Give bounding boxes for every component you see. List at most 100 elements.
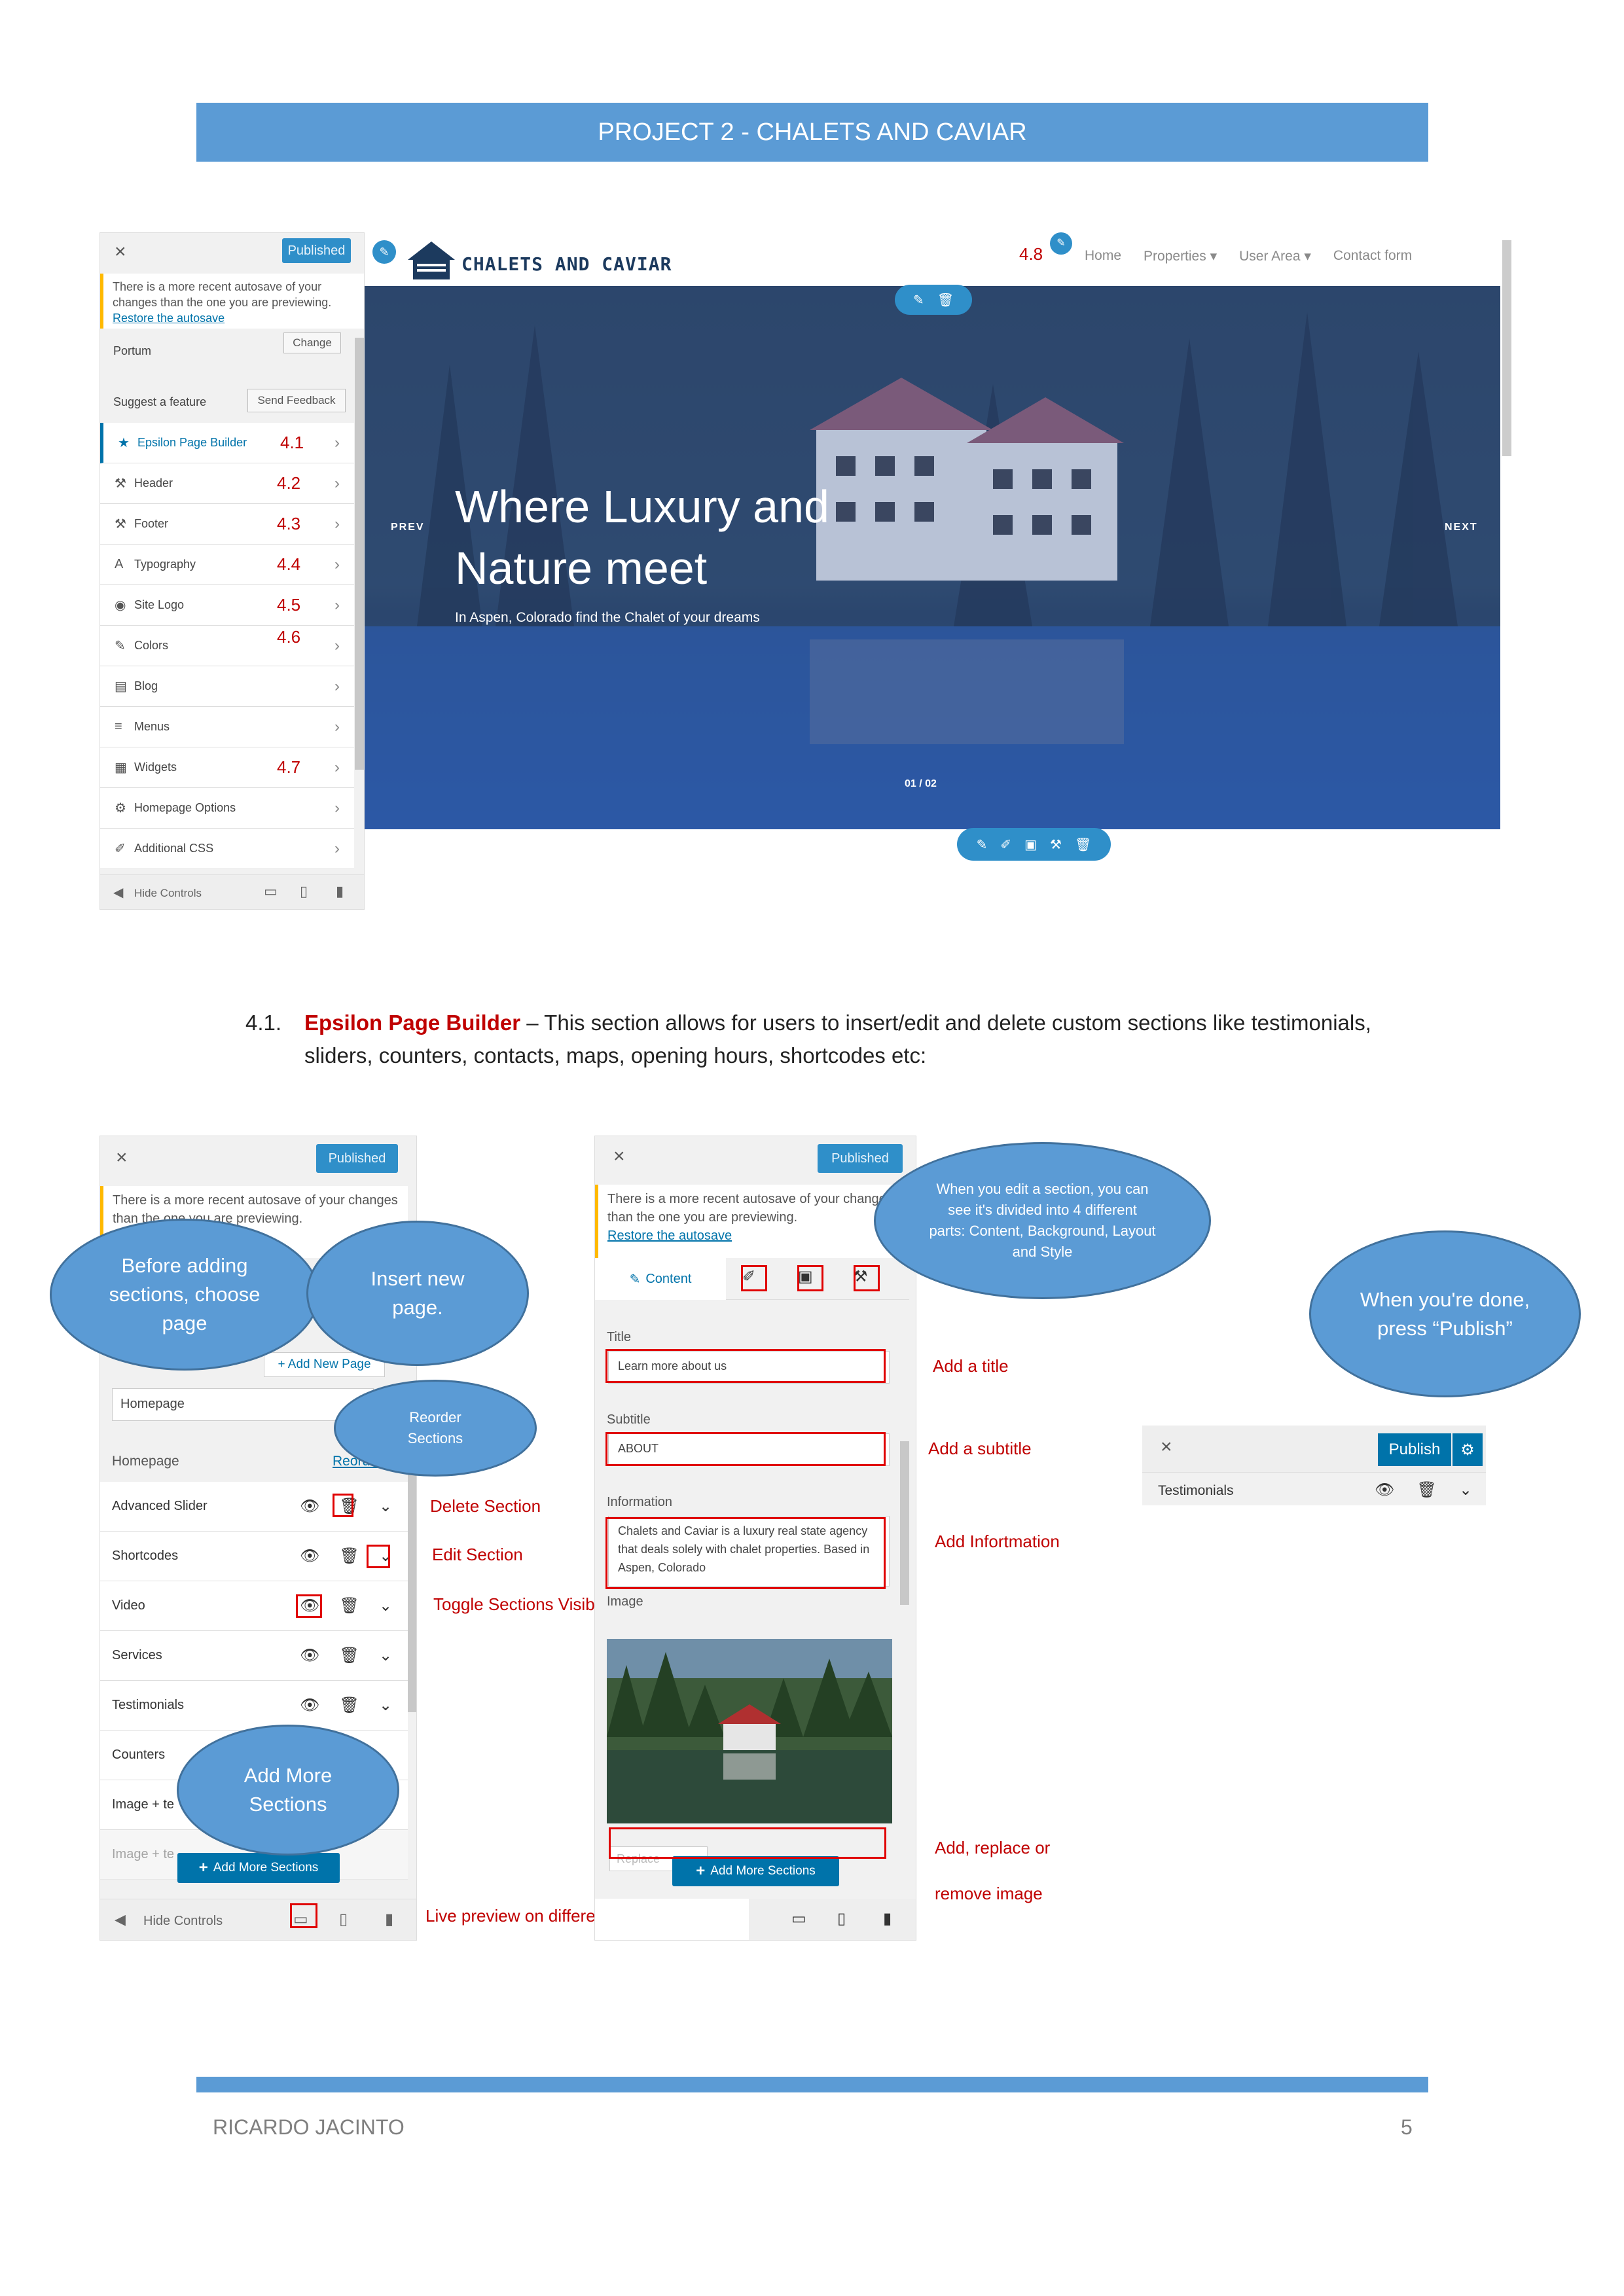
visibility-icon[interactable]: 👁 — [300, 1497, 319, 1516]
menu-item-menus[interactable]: ≡ Menus › — [100, 707, 354, 747]
section-image-thumbnail[interactable] — [607, 1639, 892, 1823]
hide-controls-bar: ◀ Hide Controls ▭ ▯ ▮ — [100, 874, 364, 909]
chevron-down-icon[interactable]: ⌄ — [379, 1646, 392, 1665]
nav-home[interactable]: Home — [1085, 248, 1121, 264]
nav-contact[interactable]: Contact form — [1333, 248, 1412, 264]
trash-icon[interactable]: 🗑 — [339, 1646, 359, 1665]
next-arrow[interactable]: NEXT — [1445, 522, 1478, 533]
mobile-icon[interactable]: ▮ — [385, 1910, 393, 1929]
menu-item-colors[interactable]: ✎ Colors 4.6 › — [100, 626, 354, 666]
footer-author: RICARDO JACINTO — [213, 2115, 405, 2139]
section-row-video[interactable]: Video 👁 🗑 ⌄ — [100, 1581, 408, 1631]
panel-scrollbar[interactable] — [408, 1437, 416, 1712]
chevron-down-icon[interactable]: ⌄ — [1459, 1480, 1472, 1499]
slide-pager[interactable]: 01 / 02 — [905, 778, 937, 790]
hammer-icon[interactable]: ⚒ — [1050, 836, 1062, 853]
tablet-icon[interactable]: ▯ — [300, 883, 308, 900]
menu-item-site-logo[interactable]: ◉ Site Logo 4.5 › — [100, 585, 354, 626]
menu-item-header[interactable]: ⚒ Header 4.2 › — [100, 463, 354, 504]
page-select[interactable]: Homepage — [112, 1388, 374, 1421]
highlight-visibility — [296, 1594, 322, 1618]
edit-pencil-icon[interactable]: ✎ — [372, 240, 396, 264]
section-title: Epsilon Page Builder — [304, 1011, 521, 1035]
edit-pencil-icon[interactable]: ✎ — [977, 836, 988, 853]
publish-item-actions: 👁 🗑 ⌄ — [1375, 1480, 1472, 1499]
mobile-icon[interactable]: ▮ — [336, 883, 344, 900]
send-feedback-button[interactable]: Send Feedback — [247, 389, 346, 412]
add-more-sections-button[interactable]: + Add More Sections — [177, 1853, 340, 1883]
trash-icon[interactable]: 🗑 — [937, 292, 954, 308]
brush-icon[interactable]: ✐ — [1000, 836, 1011, 853]
visibility-icon[interactable]: 👁 — [300, 1696, 319, 1715]
publish-button[interactable]: Publish — [1378, 1433, 1451, 1466]
hide-controls-icon[interactable]: ◀ — [115, 1911, 126, 1928]
menu-item-footer[interactable]: ⚒ Footer 4.3 › — [100, 504, 354, 545]
desktop-icon[interactable]: ▭ — [791, 1909, 806, 1928]
menu-item-widgets[interactable]: ▦ Widgets 4.7 › — [100, 747, 354, 788]
label-add-replace-1: Add, replace or — [935, 1838, 1051, 1857]
close-icon[interactable]: × — [115, 241, 126, 263]
trash-icon[interactable]: 🗑 — [339, 1596, 359, 1615]
tablet-icon[interactable]: ▯ — [339, 1910, 348, 1929]
tablet-icon[interactable]: ▯ — [837, 1909, 846, 1928]
trash-icon[interactable]: 🗑 — [339, 1696, 359, 1715]
editor-scrollbar[interactable] — [900, 1441, 909, 1605]
published-button[interactable]: Published — [316, 1144, 398, 1173]
edit-pencil-icon[interactable]: ✎ — [913, 292, 924, 308]
menu-item-typography[interactable]: A Typography 4.4 › — [100, 545, 354, 585]
annotation-number: 4.3 — [277, 514, 301, 533]
restore-autosave-link[interactable]: Restore the autosave — [607, 1229, 732, 1243]
add-more-sections-button[interactable]: + Add More Sections — [672, 1856, 839, 1886]
chevron-down-icon[interactable]: ⌄ — [379, 1497, 392, 1516]
publish-settings-gear-icon[interactable]: ⚙ — [1453, 1433, 1483, 1466]
section-row-testimonials[interactable]: Testimonials 👁 🗑 ⌄ — [100, 1681, 408, 1731]
trash-icon[interactable]: 🗑 — [1416, 1480, 1436, 1499]
scrollbar[interactable] — [355, 338, 364, 770]
menu-item-blog[interactable]: ▤ Blog › — [100, 666, 354, 707]
annotation-number: 4.7 — [277, 757, 301, 777]
desktop-icon[interactable]: ▭ — [264, 883, 278, 900]
trash-icon[interactable]: 🗑 — [339, 1547, 359, 1566]
menu-label: Footer — [134, 517, 169, 530]
menu-item-additional-css[interactable]: ✐ Additional CSS › — [100, 829, 354, 869]
close-icon[interactable]: × — [613, 1145, 625, 1168]
menu-item-homepage-options[interactable]: ⚙ Homepage Options › — [100, 788, 354, 829]
preview-scrollbar[interactable] — [1502, 240, 1511, 456]
chevron-down-icon[interactable]: ⌄ — [379, 1696, 392, 1715]
visibility-icon[interactable]: 👁 — [1375, 1480, 1394, 1499]
chevron-down-icon[interactable]: ⌄ — [379, 1596, 392, 1615]
trash-icon[interactable]: 🗑 — [1075, 836, 1091, 853]
section-row-advanced-slider[interactable]: Advanced Slider 👁 🗑 ⌄ — [100, 1482, 408, 1532]
hide-controls-icon[interactable]: ◀ — [113, 884, 123, 901]
visibility-icon[interactable]: 👁 — [300, 1547, 319, 1566]
published-button[interactable]: Published — [818, 1144, 903, 1173]
section-row-shortcodes[interactable]: Shortcodes 👁 🗑 ⌄ — [100, 1532, 408, 1581]
mobile-icon[interactable]: ▮ — [883, 1909, 892, 1928]
layout-icon[interactable]: ▣ — [1024, 836, 1037, 853]
label-toggle-visibility: Toggle Sections Visibility — [433, 1594, 620, 1614]
tab-content[interactable]: ✎ Content — [595, 1258, 726, 1300]
autosave-text: There is a more recent autosave of your … — [113, 280, 332, 309]
close-icon[interactable]: × — [116, 1147, 128, 1169]
restore-autosave-link[interactable]: Restore the autosave — [113, 312, 225, 325]
hammer-icon: ⚒ — [115, 517, 126, 531]
close-icon[interactable]: × — [1161, 1436, 1172, 1458]
site-logo-text[interactable]: CHALETS AND CAVIAR — [461, 253, 672, 275]
hide-controls-label[interactable]: Hide Controls — [134, 887, 202, 900]
menu-label: Blog — [134, 679, 158, 692]
hide-controls-label[interactable]: Hide Controls — [143, 1914, 223, 1929]
published-button[interactable]: Published — [282, 238, 351, 263]
edit-pencil-icon[interactable]: ✎ — [1050, 232, 1072, 255]
change-theme-button[interactable]: Change — [283, 332, 341, 353]
autosave-notice: There is a more recent autosave of your … — [100, 274, 364, 329]
section-edit-toolbar-top: ✎ 🗑 — [895, 285, 972, 315]
nav-properties[interactable]: Properties ▾ — [1144, 248, 1217, 264]
menu-item-page-builder[interactable]: ★ Epsilon Page Builder 4.1 › — [100, 423, 354, 463]
section-row-services[interactable]: Services 👁 🗑 ⌄ — [100, 1631, 408, 1681]
image-label: Image — [607, 1594, 643, 1609]
prev-arrow[interactable]: PREV — [391, 522, 425, 533]
nav-user-area[interactable]: User Area ▾ — [1239, 248, 1311, 264]
menu-label: Menus — [134, 720, 170, 733]
visibility-icon[interactable]: 👁 — [300, 1646, 319, 1665]
paragraph-line-1: 4.1. Epsilon Page Builder – This section … — [245, 1007, 1437, 1039]
